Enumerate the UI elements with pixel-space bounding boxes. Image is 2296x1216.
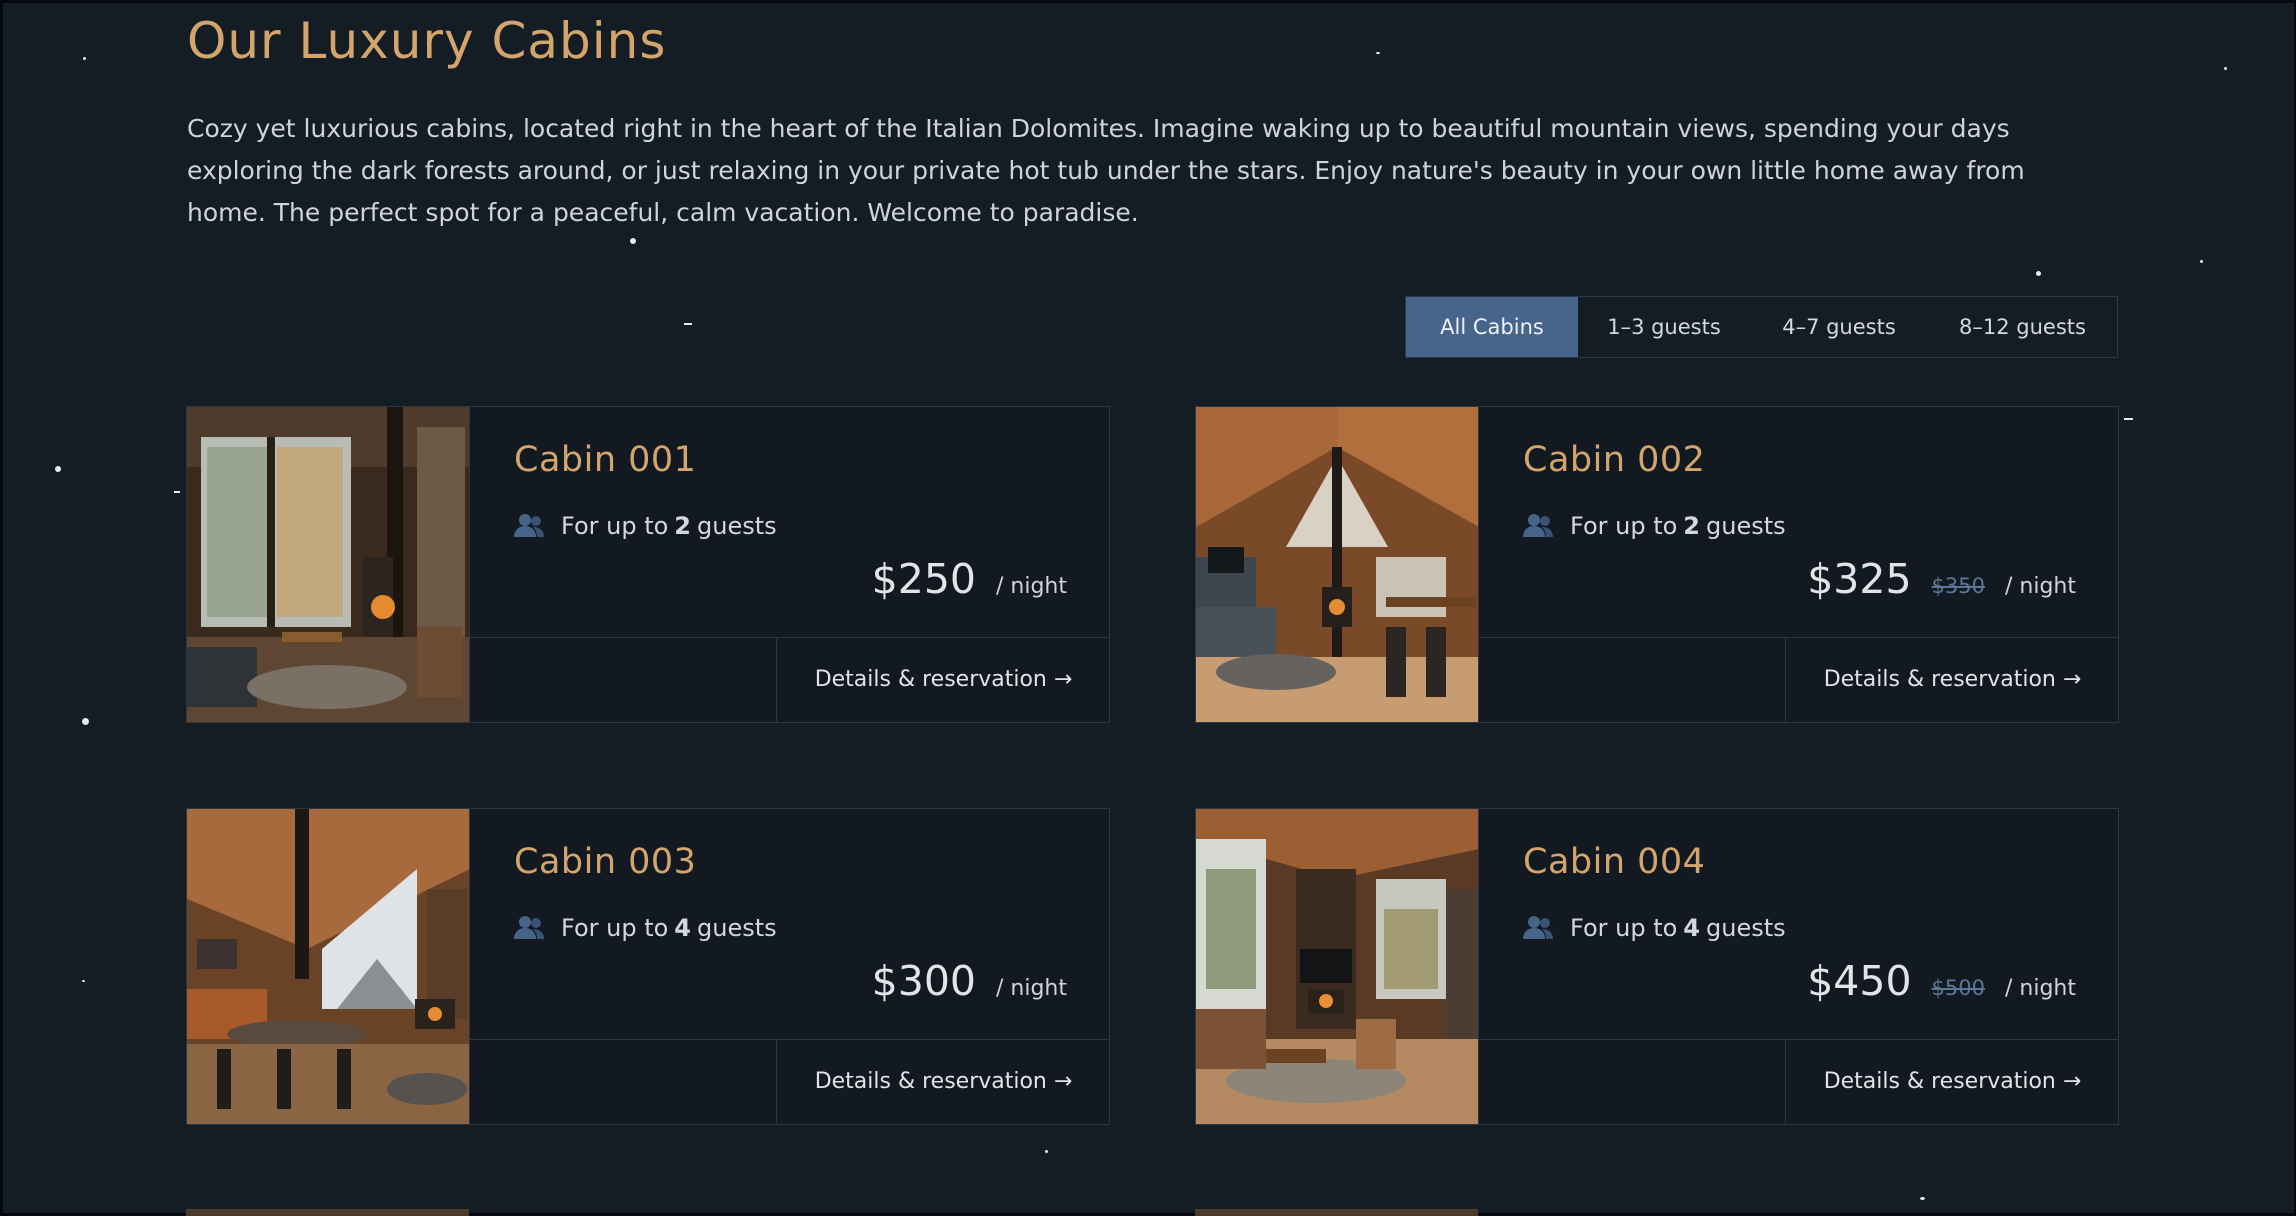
cabin-old-price: $350 xyxy=(1931,574,1985,598)
cabin-photo[interactable] xyxy=(1196,809,1479,1124)
next-cabin-photo-peek xyxy=(186,1209,469,1216)
details-reservation-link[interactable]: Details & reservation → xyxy=(776,1039,1110,1124)
photo-divider xyxy=(469,809,470,1124)
guests-count: 2 xyxy=(1683,512,1700,540)
cabin-card: Cabin 002 For up to 2 guests $325 $350 /… xyxy=(1195,406,2119,723)
cabin-guests: For up to 4 guests xyxy=(514,911,777,945)
intro-paragraph: Cozy yet luxurious cabins, located right… xyxy=(187,114,2025,227)
cabin-photo[interactable] xyxy=(187,407,470,722)
details-reservation-link[interactable]: Details & reservation → xyxy=(1785,1039,2119,1124)
cabin-photo-image xyxy=(187,407,470,722)
cabin-guests: For up to 4 guests xyxy=(1523,911,1786,945)
guest-filter: All Cabins 1–3 guests 4–7 guests 8–12 gu… xyxy=(1405,296,2118,358)
cabin-name: Cabin 004 xyxy=(1523,842,1706,882)
cabin-photo-image xyxy=(1196,809,1479,1124)
cabin-card: Cabin 004 For up to 4 guests $450 $500 /… xyxy=(1195,808,2119,1125)
cabin-name: Cabin 001 xyxy=(514,440,697,480)
photo-divider xyxy=(469,407,470,722)
guests-count: 4 xyxy=(674,914,691,942)
cabin-guests: For up to 2 guests xyxy=(1523,509,1786,543)
cabin-photo-image xyxy=(1196,407,1479,722)
details-reservation-link[interactable]: Details & reservation → xyxy=(776,637,1110,722)
photo-divider xyxy=(1478,407,1479,722)
cabin-photo[interactable] xyxy=(1196,407,1479,722)
cabin-price: $250 xyxy=(871,555,976,603)
next-cabin-photo-peek xyxy=(1195,1209,1478,1216)
per-night-label: / night xyxy=(2005,976,2076,1001)
cabin-name: Cabin 003 xyxy=(514,842,697,882)
cabin-price: $450 xyxy=(1807,957,1912,1005)
users-icon xyxy=(1523,916,1553,939)
price-row: $250 / night xyxy=(872,555,1067,603)
guests-count: 2 xyxy=(674,512,691,540)
per-night-label: / night xyxy=(996,574,1067,599)
price-row: $450 $500 / night xyxy=(1807,957,2076,1005)
users-icon xyxy=(514,514,544,537)
details-reservation-link[interactable]: Details & reservation → xyxy=(1785,637,2119,722)
cabin-price: $325 xyxy=(1807,555,1912,603)
price-row: $325 $350 / night xyxy=(1807,555,2076,603)
filter-all-cabins[interactable]: All Cabins xyxy=(1406,297,1578,357)
cabin-guests: For up to 2 guests xyxy=(514,509,777,543)
cabin-photo-image xyxy=(187,809,470,1124)
guests-suffix: guests xyxy=(697,512,777,540)
guests-prefix: For up to xyxy=(1570,512,1678,540)
cabin-old-price: $500 xyxy=(1931,976,1985,1000)
photo-divider xyxy=(1478,809,1479,1124)
cabin-name: Cabin 002 xyxy=(1523,440,1706,480)
filter-4-7-guests[interactable]: 4–7 guests xyxy=(1750,297,1928,357)
price-row: $300 / night xyxy=(872,957,1067,1005)
per-night-label: / night xyxy=(2005,574,2076,599)
users-icon xyxy=(514,916,544,939)
cabin-photo[interactable] xyxy=(187,809,470,1124)
cabin-card: Cabin 001 For up to 2 guests $250 / nigh… xyxy=(186,406,1110,723)
guests-prefix: For up to xyxy=(561,512,669,540)
filter-1-3-guests[interactable]: 1–3 guests xyxy=(1578,297,1750,357)
guests-suffix: guests xyxy=(1706,512,1786,540)
guests-suffix: guests xyxy=(1706,914,1786,942)
page-title: Our Luxury Cabins xyxy=(187,12,667,70)
guests-prefix: For up to xyxy=(1570,914,1678,942)
guests-prefix: For up to xyxy=(561,914,669,942)
cabin-card: Cabin 003 For up to 4 guests $300 / nigh… xyxy=(186,808,1110,1125)
guests-count: 4 xyxy=(1683,914,1700,942)
guests-suffix: guests xyxy=(697,914,777,942)
per-night-label: / night xyxy=(996,976,1067,1001)
users-icon xyxy=(1523,514,1553,537)
filter-8-12-guests[interactable]: 8–12 guests xyxy=(1928,297,2117,357)
cabin-price: $300 xyxy=(871,957,976,1005)
